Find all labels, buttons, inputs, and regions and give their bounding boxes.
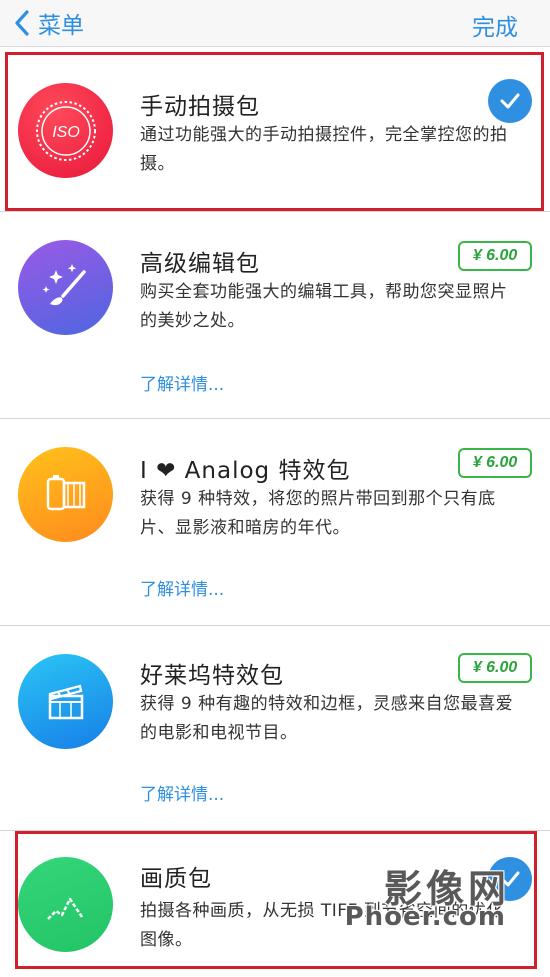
paintbrush-sparkle-icon: [18, 240, 113, 335]
iso-icon: ISO: [18, 83, 113, 178]
list-item-manual-pack[interactable]: ISO 手动拍摄包 通过功能强大的手动拍摄控件，完全掌控您的拍摄。: [0, 47, 550, 212]
price-button[interactable]: ¥ 6.00: [458, 241, 532, 271]
list-item-hollywood-pack[interactable]: 好莱坞特效包 获得 9 种有趣的特效和边框，灵感来自您最喜爱的电影和电视节目。 …: [0, 626, 550, 831]
item-title: 手动拍摄包: [140, 94, 260, 120]
clapperboard-icon: [18, 654, 113, 749]
item-title: I ❤ Analog 特效包: [140, 458, 351, 484]
quality-chart-icon: [18, 857, 113, 952]
item-description: 获得 9 种特效，将您的照片带回到那个只有底片、显影液和暗房的年代。: [140, 489, 496, 538]
checkmark-icon: [500, 93, 520, 109]
svg-text:ISO: ISO: [52, 124, 80, 141]
purchased-check-button[interactable]: [488, 79, 532, 123]
list-item-advanced-edit-pack[interactable]: 高级编辑包 购买全套功能强大的编辑工具，帮助您突显照片的美妙之处。 了解详情..…: [0, 212, 550, 419]
learn-more-link[interactable]: 了解详情...: [140, 575, 224, 600]
learn-more-link[interactable]: 了解详情...: [140, 780, 224, 805]
nav-bar: 菜单 完成: [0, 0, 550, 47]
learn-more-link[interactable]: 了解详情...: [140, 370, 224, 395]
price-button[interactable]: ¥ 6.00: [458, 653, 532, 683]
back-label: 菜单: [38, 13, 84, 39]
item-title: 好莱坞特效包: [140, 663, 284, 689]
item-description: 通过功能强大的手动拍摄控件，完全掌控您的拍摄。: [140, 125, 508, 174]
item-description: 获得 9 种有趣的特效和边框，灵感来自您最喜爱的电影和电视节目。: [140, 694, 514, 743]
chevron-left-icon: [15, 10, 29, 36]
done-button[interactable]: 完成: [472, 8, 518, 42]
item-title: 高级编辑包: [140, 251, 260, 277]
item-description: 购买全套功能强大的编辑工具，帮助您突显照片的美妙之处。: [140, 282, 508, 331]
price-button[interactable]: ¥ 6.00: [458, 448, 532, 478]
item-title: 画质包: [140, 866, 212, 892]
watermark: Phoer.com: [344, 902, 506, 932]
film-roll-icon: [18, 447, 113, 542]
back-button[interactable]: 菜单: [12, 6, 84, 40]
list-item-analog-pack[interactable]: I ❤ Analog 特效包 获得 9 种特效，将您的照片带回到那个只有底片、显…: [0, 419, 550, 626]
